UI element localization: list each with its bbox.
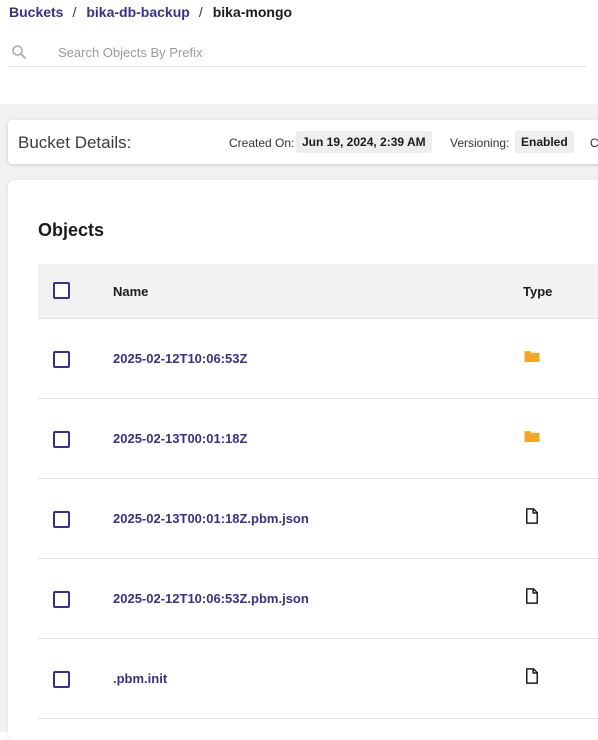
search-icon xyxy=(12,45,26,59)
search-input[interactable] xyxy=(56,40,580,64)
row-checkbox[interactable] xyxy=(53,351,70,368)
bucket-details-title: Bucket Details: xyxy=(18,133,132,152)
objects-panel: Objects Name Type 2025-02-12T10:06:53Z 2… xyxy=(8,180,598,740)
file-icon xyxy=(526,508,538,524)
table-header: Name Type xyxy=(38,264,598,319)
file-icon xyxy=(526,588,538,604)
truncated-detail-label: C xyxy=(590,136,598,150)
folder-icon xyxy=(524,351,540,362)
breadcrumb: Buckets / bika-db-backup / bika-mongo xyxy=(9,3,292,21)
breadcrumb-bucket-link[interactable]: bika-db-backup xyxy=(86,4,189,20)
table-row[interactable]: 2025-02-12T10:06:53Z xyxy=(38,319,598,399)
folder-icon xyxy=(524,431,540,442)
table-row[interactable]: 2025-02-12T10:06:53Z.pbm.json xyxy=(38,559,598,639)
object-name[interactable]: 2025-02-12T10:06:53Z.pbm.json xyxy=(113,591,309,606)
select-all-checkbox[interactable] xyxy=(53,282,70,299)
breadcrumb-buckets-link[interactable]: Buckets xyxy=(9,4,63,20)
row-checkbox[interactable] xyxy=(53,431,70,448)
created-on-label: Created On: xyxy=(229,136,295,150)
row-checkbox[interactable] xyxy=(53,671,70,688)
breadcrumb-current-path: bika-mongo xyxy=(212,4,293,20)
table-row[interactable]: 2025-02-13T00:01:18Z xyxy=(38,399,598,479)
row-checkbox[interactable] xyxy=(53,591,70,608)
file-icon xyxy=(526,668,538,684)
object-name[interactable]: 2025-02-12T10:06:53Z xyxy=(113,351,247,366)
column-header-type[interactable]: Type xyxy=(523,284,552,299)
table-row[interactable]: 2025-02-13T00:01:18Z.pbm.json xyxy=(38,479,598,559)
objects-title: Objects xyxy=(38,220,105,240)
versioning-value: Enabled xyxy=(515,131,574,153)
object-name[interactable]: 2025-02-13T00:01:18Z xyxy=(113,431,247,446)
column-header-name[interactable]: Name xyxy=(113,284,148,299)
search-bar xyxy=(8,38,586,67)
object-name[interactable]: .pbm.init xyxy=(113,671,167,686)
bucket-details-bar: Bucket Details: Created On: Jun 19, 2024… xyxy=(8,120,598,164)
versioning-label: Versioning: xyxy=(450,136,510,150)
object-name[interactable]: 2025-02-13T00:01:18Z.pbm.json xyxy=(113,511,309,526)
row-checkbox[interactable] xyxy=(53,511,70,528)
created-on-value: Jun 19, 2024, 2:39 AM xyxy=(296,131,432,153)
breadcrumb-separator: / xyxy=(72,4,77,20)
table-row[interactable]: .pbm.init xyxy=(38,639,598,719)
breadcrumb-separator: / xyxy=(198,4,203,20)
